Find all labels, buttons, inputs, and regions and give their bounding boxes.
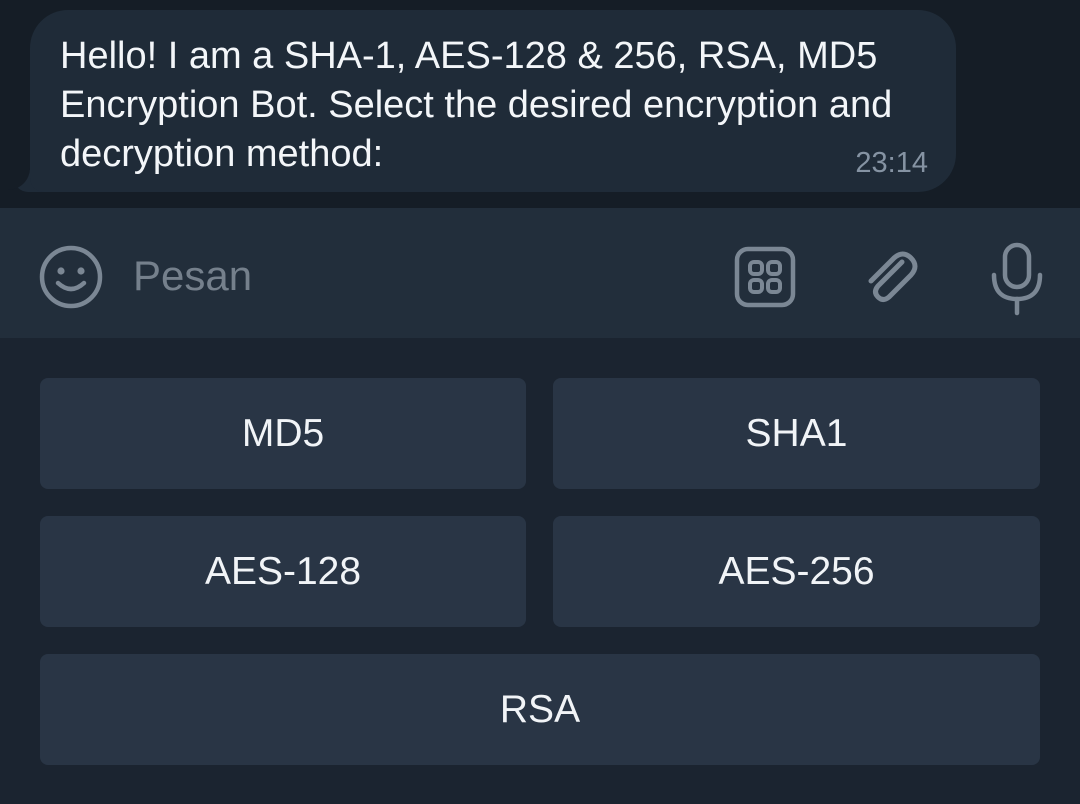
sha1-button[interactable]: SHA1 [553, 378, 1040, 489]
emoji-icon[interactable] [38, 244, 104, 310]
aes-128-button[interactable]: AES-128 [40, 516, 526, 627]
reply-keyboard: MD5 SHA1 AES-128 AES-256 RSA [0, 338, 1080, 804]
md5-button[interactable]: MD5 [40, 378, 526, 489]
aes-256-button[interactable]: AES-256 [553, 516, 1040, 627]
paperclip-icon[interactable] [858, 245, 924, 311]
message-input[interactable]: Pesan [133, 252, 252, 300]
microphone-icon[interactable] [988, 241, 1046, 317]
chat-area: Hello! I am a SHA-1, AES-128 & 256, RSA,… [0, 0, 1080, 208]
message-input-bar: Pesan [0, 208, 1080, 338]
rsa-button[interactable]: RSA [40, 654, 1040, 765]
message-text: Hello! I am a SHA-1, AES-128 & 256, RSA,… [60, 35, 893, 175]
message-bubble[interactable]: Hello! I am a SHA-1, AES-128 & 256, RSA,… [30, 10, 956, 192]
message-time: 23:14 [855, 147, 928, 179]
bot-keyboard-icon[interactable] [733, 245, 797, 309]
